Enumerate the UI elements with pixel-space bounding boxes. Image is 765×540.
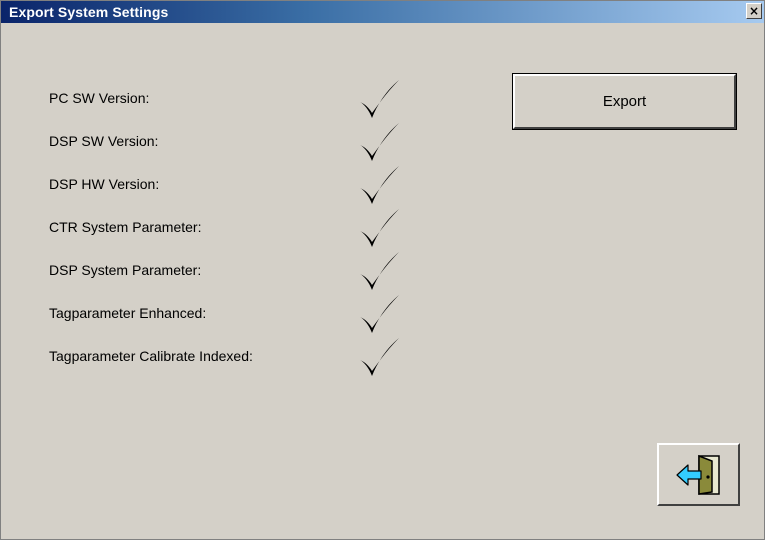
checkmark-icon (360, 338, 399, 376)
item-ctr-system-parameter: CTR System Parameter: (1, 207, 431, 251)
checkmark-icon (360, 80, 399, 118)
exit-button[interactable] (657, 443, 740, 506)
window-title: Export System Settings (9, 4, 169, 20)
checkmark-icon (360, 209, 399, 247)
export-settings-dialog: Export System Settings × PC SW Version: … (0, 0, 765, 540)
checkmark-icon (360, 295, 399, 333)
export-button[interactable]: Export (512, 73, 737, 130)
item-tagparameter-calibrate-indexed: Tagparameter Calibrate Indexed: (1, 336, 431, 380)
item-label: PC SW Version: (49, 90, 150, 106)
checkmark-icon (360, 166, 399, 204)
item-tagparameter-enhanced: Tagparameter Enhanced: (1, 293, 431, 337)
item-dsp-hw-version: DSP HW Version: (1, 164, 431, 208)
item-label: DSP SW Version: (49, 133, 159, 149)
checkmark-icon (360, 252, 399, 290)
item-label: CTR System Parameter: (49, 219, 202, 235)
item-dsp-system-parameter: DSP System Parameter: (1, 250, 431, 294)
item-pc-sw-version: PC SW Version: (1, 78, 431, 122)
item-dsp-sw-version: DSP SW Version: (1, 121, 431, 165)
title-bar[interactable]: Export System Settings × (1, 1, 764, 23)
item-label: DSP HW Version: (49, 176, 160, 192)
item-label: Tagparameter Enhanced: (49, 305, 207, 321)
checkmark-icon (360, 123, 399, 161)
close-button[interactable]: × (746, 3, 762, 19)
item-label: DSP System Parameter: (49, 262, 202, 278)
item-label: Tagparameter Calibrate Indexed: (49, 348, 253, 364)
exit-door-icon (675, 454, 720, 495)
